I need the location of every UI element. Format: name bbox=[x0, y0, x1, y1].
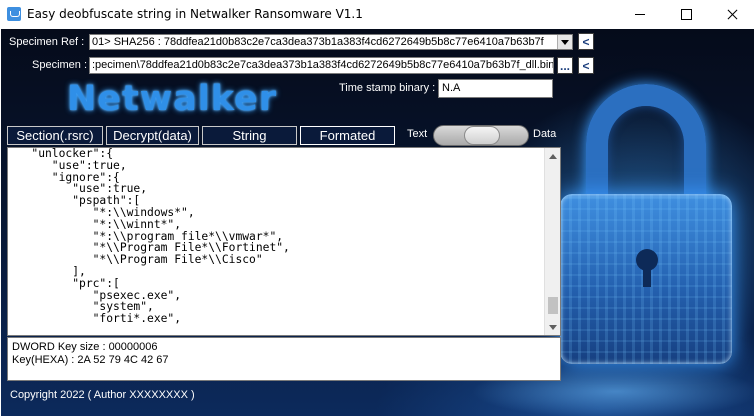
toggle-text-label: Text bbox=[407, 128, 428, 140]
key-info-panel: DWORD Key size : 00000006 Key(HEXA) : 2A… bbox=[7, 337, 561, 381]
specimen-ref-back-button[interactable]: < bbox=[578, 33, 594, 50]
padlock-body bbox=[560, 194, 732, 364]
timestamp-label: Time stamp binary : bbox=[339, 82, 436, 94]
specimen-path-field[interactable]: :pecimen\78ddfea21d0b83c2e7ca3dea373b1a3… bbox=[89, 57, 554, 74]
code-line: "forti*.exe", bbox=[11, 312, 182, 326]
specimen-ref-label: Specimen Ref : bbox=[9, 36, 85, 48]
tab-formated[interactable]: Formated bbox=[300, 126, 395, 145]
brand-logo-text: Netwalker bbox=[67, 79, 278, 119]
specimen-back-button[interactable]: < bbox=[578, 57, 594, 74]
chevron-down-icon[interactable] bbox=[557, 35, 572, 49]
text-data-toggle[interactable] bbox=[433, 125, 529, 146]
dword-key-size: DWORD Key size : 00000006 bbox=[12, 341, 158, 353]
timestamp-value: N.A bbox=[442, 82, 461, 94]
tab-string[interactable]: String bbox=[202, 126, 297, 145]
code-line: "*:\\winnt*", bbox=[11, 217, 182, 231]
key-hexa: Key(HEXA) : 2A 52 79 4C 42 67 bbox=[12, 354, 169, 366]
timestamp-field[interactable]: N.A bbox=[438, 79, 553, 98]
specimen-ref-value: 01> SHA256 : 78ddfea21d0b83c2e7ca3dea373… bbox=[92, 36, 544, 48]
vertical-scrollbar[interactable] bbox=[544, 148, 560, 335]
padlock-image bbox=[556, 84, 736, 374]
minimize-icon[interactable] bbox=[617, 0, 663, 29]
main-panel: Specimen Ref : 01> SHA256 : 78ddfea21d0b… bbox=[1, 29, 754, 416]
toggle-data-label: Data bbox=[533, 128, 557, 140]
code-line: "*:\\windows*", bbox=[11, 205, 195, 219]
close-icon[interactable] bbox=[709, 0, 755, 29]
scroll-thumb[interactable] bbox=[548, 297, 558, 314]
toggle-knob[interactable] bbox=[464, 126, 500, 145]
browse-button[interactable]: ... bbox=[557, 57, 573, 74]
window-title: Easy deobfuscate string in Netwalker Ran… bbox=[27, 7, 363, 21]
keyhole-icon bbox=[636, 249, 658, 287]
specimen-path-value: :pecimen\78ddfea21d0b83c2e7ca3dea373b1a3… bbox=[92, 59, 554, 71]
specimen-label: Specimen : bbox=[32, 59, 88, 71]
tab-decrypt-data[interactable]: Decrypt(data) bbox=[106, 126, 199, 145]
specimen-ref-select[interactable]: 01> SHA256 : 78ddfea21d0b83c2e7ca3dea373… bbox=[89, 34, 573, 50]
maximize-icon[interactable] bbox=[663, 0, 709, 29]
copyright-text: Copyright 2022 ( Author XXXXXXXX ) bbox=[10, 389, 195, 401]
code-line: "use":true, bbox=[11, 158, 127, 172]
tab-section-rsrc[interactable]: Section(.rsrc) bbox=[7, 126, 103, 145]
app-window: Easy deobfuscate string in Netwalker Ran… bbox=[0, 0, 755, 417]
code-line: ], bbox=[11, 264, 86, 278]
title-bar[interactable]: Easy deobfuscate string in Netwalker Ran… bbox=[0, 0, 755, 29]
app-icon bbox=[7, 7, 21, 21]
scroll-up-icon[interactable] bbox=[545, 148, 560, 164]
code-content: "unlocker":{ "use":true, "ignore":{ "use… bbox=[11, 148, 289, 326]
scroll-down-icon[interactable] bbox=[545, 319, 560, 335]
code-line: "prc":[ bbox=[11, 276, 120, 290]
output-text-area[interactable]: "unlocker":{ "use":true, "ignore":{ "use… bbox=[7, 147, 561, 336]
